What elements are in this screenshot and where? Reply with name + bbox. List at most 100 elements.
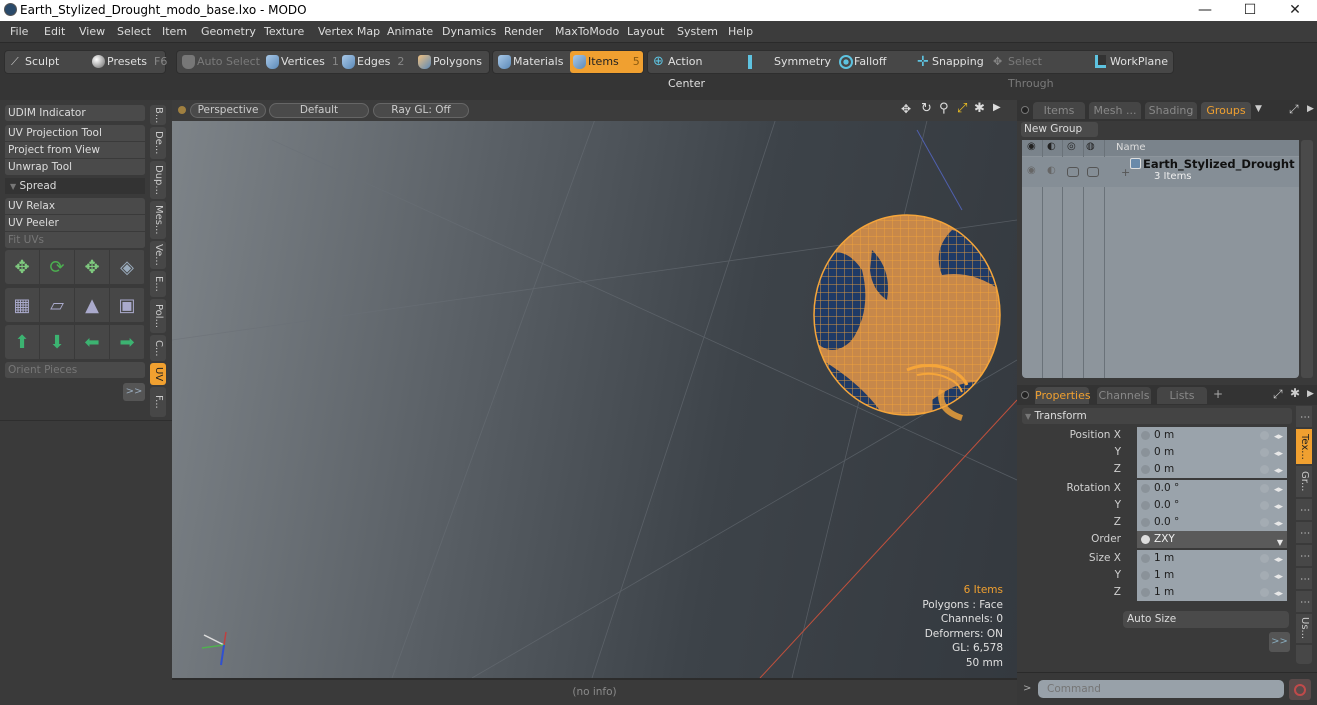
expand-plus-icon[interactable]: + [1121, 166, 1130, 179]
side-tab-dots[interactable]: ⋮ [1296, 591, 1312, 613]
side-tab-dots[interactable]: ⋮ [1296, 545, 1312, 567]
rotation-y-input[interactable]: 0.0 ° ◂▸ [1137, 497, 1287, 514]
keyframe-dot-icon[interactable] [1141, 554, 1150, 563]
spread-section[interactable]: ▼ Spread [5, 178, 145, 195]
uv-move-tool-icon[interactable]: ✥ [5, 250, 40, 284]
side-tab-c[interactable]: C... [150, 335, 166, 361]
menu-maxtomodo[interactable]: MaxToModo [555, 25, 619, 38]
tab-groups[interactable]: Groups [1201, 102, 1251, 119]
menu-item[interactable]: Item [162, 25, 187, 38]
select-checkbox[interactable] [1087, 167, 1099, 177]
menu-vertex-map[interactable]: Vertex Map [318, 25, 380, 38]
command-input[interactable] [1038, 680, 1284, 698]
zoom-icon[interactable]: ⚲ [939, 101, 949, 116]
render-column-icon[interactable]: ◐ [1047, 141, 1056, 152]
render-toggle-icon[interactable]: ◐ [1047, 165, 1056, 176]
add-tab-button[interactable]: + [1213, 387, 1223, 401]
keyframe-dot-icon[interactable] [1141, 588, 1150, 597]
udim-indicator-button[interactable]: UDIM Indicator [5, 105, 145, 122]
viewport-menu-icon[interactable] [178, 106, 186, 114]
drag-arrows-icon[interactable]: ◂▸ [1274, 463, 1283, 480]
maximize-viewport-icon[interactable]: ⤢ [957, 101, 967, 116]
sculpt-button[interactable]: ⟋ Sculpt [7, 51, 85, 73]
properties-menu-icon[interactable] [1021, 391, 1029, 399]
falloff-button[interactable]: Falloff [836, 51, 906, 73]
side-tab-f[interactable]: F... [150, 387, 166, 417]
uv-rotate-tool-icon[interactable]: ⟳ [40, 250, 75, 284]
tab-shading[interactable]: Shading [1145, 102, 1197, 119]
project-from-view-button[interactable]: Project from View [5, 142, 145, 159]
select-through-button[interactable]: ✥ Select Through [990, 51, 1086, 90]
menu-file[interactable]: File [10, 25, 28, 38]
link-dot-icon[interactable] [1260, 554, 1269, 563]
menu-geometry[interactable]: Geometry [201, 25, 256, 38]
expand-arrow-icon[interactable]: ▶ [993, 102, 1001, 113]
fit-uvs-button[interactable]: Fit UVs [5, 232, 145, 249]
keyframe-dot-icon[interactable] [1141, 431, 1150, 440]
menu-render[interactable]: Render [504, 25, 543, 38]
close-button[interactable]: ✕ [1272, 0, 1317, 21]
keyframe-dot-icon[interactable] [1141, 571, 1150, 580]
keyframe-dot-icon[interactable] [1141, 535, 1150, 544]
side-tab-de[interactable]: De... [150, 127, 166, 159]
link-dot-icon[interactable] [1260, 588, 1269, 597]
dropdown-arrow-icon[interactable]: ▼ [1277, 534, 1283, 551]
lock-column-icon[interactable]: ◎ [1067, 141, 1076, 152]
vertices-button[interactable]: Vertices 1 [263, 51, 339, 73]
tab-lists[interactable]: Lists [1157, 387, 1207, 404]
select-column-icon[interactable]: ◍ [1086, 141, 1095, 152]
menu-animate[interactable]: Animate [387, 25, 433, 38]
uv-perspective-icon[interactable]: ▲ [75, 288, 110, 322]
name-column-header[interactable]: Name [1116, 142, 1146, 153]
tabs-dropdown-icon[interactable]: ▼ [1255, 104, 1262, 114]
shading-dropdown[interactable]: Default [269, 103, 369, 118]
link-dot-icon[interactable] [1260, 501, 1269, 510]
side-tab-group[interactable]: Gr... [1296, 466, 1312, 498]
maximize-properties-icon[interactable]: ⤢ [1273, 387, 1283, 402]
materials-button[interactable]: Materials [495, 51, 567, 73]
maximize-button[interactable]: ☐ [1227, 0, 1273, 21]
side-tab-uv[interactable]: UV [150, 363, 166, 385]
align-down-icon[interactable]: ⬇ [40, 325, 75, 359]
record-macro-button[interactable] [1289, 679, 1311, 700]
uv-box-transform-icon[interactable]: ◈ [110, 250, 145, 284]
view-type-dropdown[interactable]: Perspective [190, 103, 266, 118]
groups-list[interactable]: ◉ ◐ ◎ ◍ Name ◉ ◐ + Earth_Stylized_Drough… [1022, 140, 1299, 378]
side-tab-e[interactable]: E... [150, 271, 166, 297]
properties-side-tab-dots[interactable]: ⋮ [1296, 406, 1312, 428]
visibility-column-icon[interactable]: ◉ [1027, 141, 1036, 152]
lock-checkbox[interactable] [1067, 167, 1079, 177]
align-right-icon[interactable]: ➡ [110, 325, 145, 359]
menu-system[interactable]: System [677, 25, 718, 38]
side-tab-dup[interactable]: Dup... [150, 161, 166, 199]
drag-arrows-icon[interactable]: ◂▸ [1274, 586, 1283, 603]
3d-viewport[interactable]: Perspective Default Ray GL: Off ✥ ↻ ⚲ ⤢ … [172, 100, 1017, 678]
gear-icon[interactable]: ✱ [974, 101, 985, 116]
side-tab-mes[interactable]: Mes... [150, 201, 166, 239]
edges-button[interactable]: Edges 2 [339, 51, 411, 73]
align-left-icon[interactable]: ⬅ [75, 325, 110, 359]
items-button[interactable]: Items 5 [570, 51, 643, 73]
size-x-input[interactable]: 1 m ◂▸ [1137, 550, 1287, 567]
keyframe-dot-icon[interactable] [1141, 465, 1150, 474]
position-z-input[interactable]: 0 m ◂▸ [1137, 461, 1287, 478]
rotation-x-input[interactable]: 0.0 ° ◂▸ [1137, 480, 1287, 497]
polygons-button[interactable]: Polygons [415, 51, 487, 73]
more-button[interactable]: >> [123, 383, 145, 401]
align-up-icon[interactable]: ⬆ [5, 325, 40, 359]
properties-arrow-icon[interactable]: ▶ [1307, 389, 1314, 399]
uv-peeler-button[interactable]: UV Peeler [5, 215, 145, 232]
tab-items[interactable]: Items [1033, 102, 1085, 119]
menu-help[interactable]: Help [728, 25, 753, 38]
keyframe-dot-icon[interactable] [1141, 518, 1150, 527]
side-tab-pol[interactable]: Pol... [150, 299, 166, 333]
position-y-input[interactable]: 0 m ◂▸ [1137, 444, 1287, 461]
orient-pieces-button[interactable]: Orient Pieces [5, 362, 145, 379]
menu-texture[interactable]: Texture [264, 25, 304, 38]
pan-icon[interactable]: ✥ [901, 102, 911, 116]
action-center-button[interactable]: ⊕ Action Center [650, 51, 740, 90]
side-tab-b[interactable]: B... [150, 105, 166, 125]
tab-channels[interactable]: Channels [1097, 387, 1151, 404]
keyframe-dot-icon[interactable] [1141, 484, 1150, 493]
keyframe-dot-icon[interactable] [1141, 448, 1150, 457]
